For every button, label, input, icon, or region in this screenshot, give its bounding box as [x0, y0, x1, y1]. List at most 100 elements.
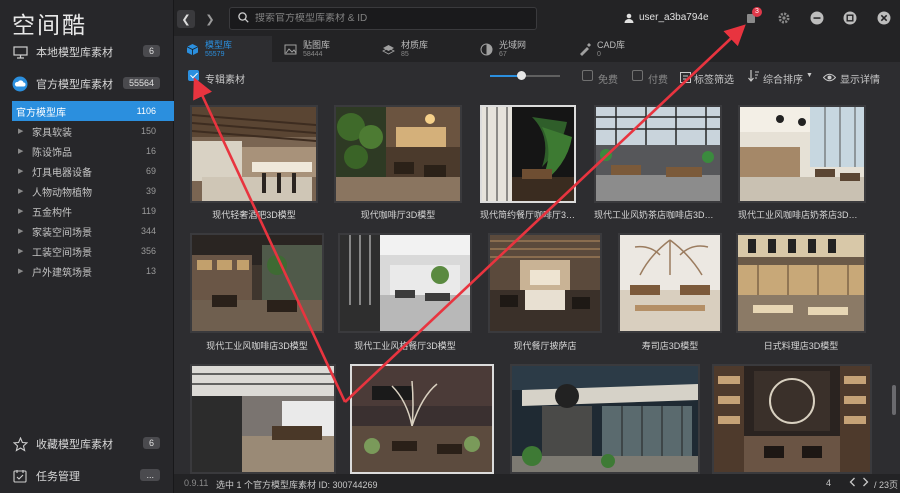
show-details-toggle[interactable]: 显示详情 — [840, 71, 880, 86]
model-thumbnail[interactable] — [736, 233, 866, 333]
maximize-button[interactable] — [843, 11, 857, 25]
user-icon — [624, 13, 634, 23]
search-icon — [238, 10, 249, 28]
model-thumbnail[interactable] — [618, 233, 722, 333]
model-thumbnail[interactable] — [190, 105, 318, 203]
paid-checkbox[interactable] — [632, 70, 643, 81]
status-bar: 0.9.11 选中 1 个官方模型库素材 ID: 300744269 4 / 2… — [174, 474, 900, 493]
model-thumbnail[interactable] — [594, 105, 722, 203]
expand-arrow-icon[interactable]: ▶ — [18, 267, 28, 275]
paid-label: 付费 — [648, 75, 668, 86]
tab-count: 58444 — [303, 50, 323, 58]
sort-dropdown[interactable]: 综合排序 — [763, 71, 803, 86]
tree-item-hardware[interactable]: ▶ 五金构件 119 — [12, 201, 174, 221]
minimize-button[interactable] — [810, 11, 824, 25]
model-thumbnail[interactable] — [334, 105, 462, 203]
model-thumbnail[interactable] — [488, 233, 602, 333]
tab-materials[interactable]: 材质库 85 — [370, 36, 468, 62]
user-account[interactable]: user_a3ba794e — [624, 12, 709, 23]
scene-pizza-image — [490, 235, 600, 331]
back-button[interactable]: ❮ — [177, 10, 195, 28]
tree-item-furniture[interactable]: ▶ 家具软装 150 — [12, 121, 174, 141]
expand-arrow-icon[interactable]: ▶ — [18, 167, 28, 175]
scene-cafe2-image — [192, 235, 322, 331]
scene-cafe-image — [336, 107, 460, 201]
sidebar-favorites[interactable]: 收藏模型库素材 6 — [0, 432, 174, 456]
model-thumbnail[interactable] — [350, 364, 494, 474]
notification-badge: 3 — [752, 7, 762, 17]
model-caption: 寿司店3D模型 — [641, 341, 699, 351]
free-checkbox[interactable] — [582, 70, 593, 81]
tree-item-label: 五金构件 — [32, 207, 72, 219]
sidebar-official-count: 55564 — [122, 77, 160, 89]
tree-item-home-scenes[interactable]: ▶ 家装空间场景 344 — [12, 221, 174, 241]
tree-item-count: 69 — [145, 166, 156, 176]
chevron-down-icon[interactable]: ▼ — [806, 72, 813, 79]
tab-ies-lights[interactable]: 光域网 67 — [468, 36, 566, 62]
notification-button[interactable]: 3 — [744, 7, 762, 25]
model-thumbnail[interactable] — [712, 364, 872, 474]
model-thumbnail[interactable] — [338, 233, 472, 333]
tree-item-label: 灯具电器设备 — [32, 167, 92, 179]
thumbnail-size-slider[interactable] — [490, 71, 560, 80]
sidebar-tasks[interactable]: 任务管理 ... — [0, 464, 174, 488]
close-button[interactable] — [877, 11, 891, 25]
tree-item-label: 户外建筑场景 — [32, 267, 92, 279]
sidebar-favorites-count: 6 — [142, 437, 160, 449]
scene-japan-image — [738, 235, 864, 331]
scrollbar-thumb[interactable] — [892, 385, 896, 415]
model-thumbnail[interactable] — [190, 233, 324, 333]
sidebar-tasks-count: ... — [140, 469, 160, 481]
scene-row3a-image — [192, 366, 334, 472]
expand-arrow-icon[interactable]: ▶ — [18, 147, 28, 155]
tab-cad[interactable]: CAD库 0 — [566, 36, 664, 62]
expand-arrow-icon[interactable]: ▶ — [18, 187, 28, 195]
tree-item-official-root[interactable]: 官方模型库 1106 — [12, 101, 174, 121]
tree-item-decor[interactable]: ▶ 陈设饰品 16 — [12, 141, 174, 161]
tab-label: 光域网 — [499, 39, 527, 50]
expand-arrow-icon[interactable]: ▶ — [18, 207, 28, 215]
tab-count: 67 — [499, 50, 507, 58]
model-thumbnail[interactable] — [510, 364, 700, 474]
scene-sushi-image — [620, 235, 720, 331]
expand-arrow-icon[interactable]: ▶ — [18, 127, 28, 135]
scene-row3c-image — [512, 366, 698, 472]
task-calendar-icon — [12, 468, 28, 484]
gear-icon — [778, 12, 790, 24]
selection-status: 选中 1 个官方模型库素材 ID: 300744269 — [216, 480, 378, 490]
model-thumbnail[interactable] — [480, 105, 576, 203]
free-label: 免费 — [598, 75, 618, 86]
total-pages: / 23页 — [874, 480, 899, 490]
tree-item-label: 人物动物植物 — [32, 187, 92, 199]
expand-arrow-icon[interactable]: ▶ — [18, 247, 28, 255]
prev-page-button[interactable] — [848, 477, 858, 489]
sidebar-official-library[interactable]: 官方模型库素材 55564 — [0, 72, 174, 96]
chevron-left-icon — [849, 477, 855, 487]
tag-filter-button[interactable]: 标签筛选 — [694, 71, 734, 86]
forward-button[interactable]: ❯ — [201, 10, 219, 28]
grid-scrollbar[interactable] — [888, 90, 900, 474]
slider-handle[interactable] — [517, 71, 526, 80]
tree-item-lighting[interactable]: ▶ 灯具电器设备 69 — [12, 161, 174, 181]
scene-industrial-image — [596, 107, 720, 201]
search-input[interactable] — [255, 13, 525, 24]
tab-label: 模型库 — [205, 39, 233, 50]
exclusive-checkbox[interactable] — [188, 70, 199, 81]
tab-textures[interactable]: 贴图库 58444 — [272, 36, 370, 62]
material-icon — [382, 44, 395, 55]
app-window: 空间酷 本地模型库素材 6 官方模型库素材 55564 官方模型库 1106 ▶… — [0, 0, 900, 493]
model-thumbnail[interactable] — [738, 105, 866, 203]
tab-models[interactable]: 模型库 55579 — [174, 36, 272, 62]
next-page-button[interactable] — [860, 477, 870, 489]
tree-item-count: 344 — [140, 226, 156, 236]
model-thumbnail[interactable] — [190, 364, 336, 474]
tab-count: 85 — [401, 50, 409, 58]
expand-arrow-icon[interactable]: ▶ — [18, 227, 28, 235]
sidebar-local-library[interactable]: 本地模型库素材 6 — [0, 40, 174, 64]
username: user_a3ba794e — [639, 12, 709, 23]
tree-item-commercial-scenes[interactable]: ▶ 工装空间场景 356 — [12, 241, 174, 261]
tree-item-outdoor-scenes[interactable]: ▶ 户外建筑场景 13 — [12, 261, 174, 281]
tree-item-people-plants[interactable]: ▶ 人物动物植物 39 — [12, 181, 174, 201]
settings-button[interactable] — [777, 11, 791, 25]
scene-dark-image — [482, 107, 574, 201]
